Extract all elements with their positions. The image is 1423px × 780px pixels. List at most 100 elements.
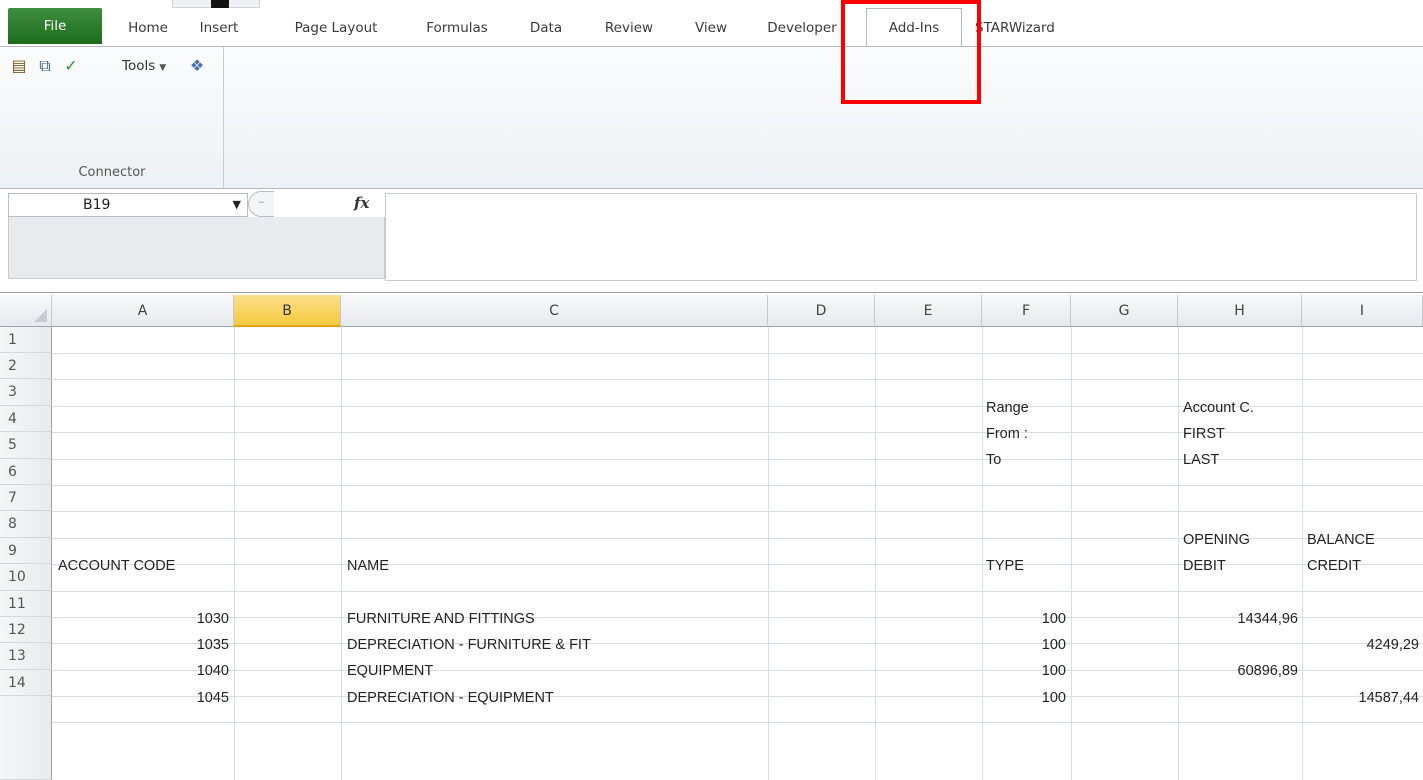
row-header-1[interactable]: 1 [0, 327, 52, 353]
row-header-9[interactable]: 9 [0, 538, 52, 564]
gridline [52, 696, 1423, 697]
quick-access-stub [172, 0, 260, 8]
tab-data[interactable]: Data [520, 8, 572, 47]
column-header-f[interactable]: F [982, 295, 1071, 327]
cell-h5[interactable]: LAST [1183, 452, 1219, 468]
chevron-down-icon[interactable]: ▼ [233, 198, 241, 211]
cell-a9[interactable]: ACCOUNT CODE [58, 558, 175, 574]
connector-group: ▤ ⧉ ✓ Tools ▼ ❖ Connector [0, 47, 224, 188]
cell-a14[interactable]: 1045 [58, 690, 229, 706]
cell-c14[interactable]: DEPRECIATION - EQUIPMENT [347, 690, 554, 706]
column-header-g[interactable]: G [1071, 295, 1178, 327]
column-header-d[interactable]: D [768, 295, 875, 327]
gridline [341, 327, 342, 780]
tools-dropdown[interactable]: Tools ▼ [122, 57, 166, 77]
row-header-3[interactable]: 3 [0, 379, 52, 406]
column-header-b[interactable]: B [234, 295, 341, 327]
select-all-corner[interactable] [0, 295, 52, 327]
row-header-filler [0, 696, 52, 780]
tab-insert[interactable]: Insert [187, 8, 251, 47]
formula-area: B19 ▼ − fx [0, 189, 1423, 293]
cell-c9[interactable]: NAME [347, 558, 389, 574]
cell-f14[interactable]: 100 [986, 690, 1066, 706]
gridline [1071, 327, 1072, 780]
tab-view[interactable]: View [683, 8, 739, 47]
cell-h4[interactable]: FIRST [1183, 426, 1225, 442]
column-header-i[interactable]: I [1302, 295, 1423, 327]
name-box-value: B19 [83, 197, 111, 213]
gridline [52, 353, 1423, 354]
gridline [234, 327, 235, 780]
cell-f12[interactable]: 100 [986, 637, 1066, 653]
gridline [982, 327, 983, 780]
row-header-6[interactable]: 6 [0, 459, 52, 485]
cell-i9[interactable]: CREDIT [1307, 558, 1361, 574]
gridline [52, 485, 1423, 486]
cell-f13[interactable]: 100 [986, 663, 1066, 679]
row-header-5[interactable]: 5 [0, 432, 52, 459]
cell-h11[interactable]: 14344,96 [1183, 611, 1298, 627]
row-header-12[interactable]: 12 [0, 617, 52, 643]
gridline [52, 591, 1423, 592]
check-icon[interactable]: ✓ [62, 57, 80, 75]
cell-c12[interactable]: DEPRECIATION - FURNITURE & FIT [347, 637, 591, 653]
tools-label: Tools [122, 58, 156, 74]
row-header-14[interactable]: 14 [0, 670, 52, 696]
row-header-13[interactable]: 13 [0, 643, 52, 670]
worksheet-grid[interactable]: A B C D E F G H I 1 2 3 4 5 6 7 8 9 10 1… [0, 295, 1423, 780]
cell-h8[interactable]: OPENING [1183, 532, 1250, 548]
cell-h3[interactable]: Account C. [1183, 400, 1254, 416]
row-header-8[interactable]: 8 [0, 511, 52, 538]
cell-c13[interactable]: EQUIPMENT [347, 663, 433, 679]
gridline [768, 327, 769, 780]
column-header-h[interactable]: H [1178, 295, 1302, 327]
tab-starwizard[interactable]: STARWizard [975, 8, 1085, 47]
column-header-c[interactable]: C [341, 295, 768, 327]
tab-review[interactable]: Review [594, 8, 664, 47]
formula-toggle-icon[interactable]: − [248, 191, 274, 217]
row-header-7[interactable]: 7 [0, 485, 52, 511]
gridline [52, 379, 1423, 380]
name-box[interactable]: B19 ▼ [8, 193, 248, 217]
cell-h13[interactable]: 60896,89 [1183, 663, 1298, 679]
chevron-down-icon: ▼ [159, 63, 167, 73]
gridline [52, 643, 1423, 644]
ribbon-tabs: File Home Insert Page Layout Formulas Da… [0, 0, 1423, 48]
tab-file[interactable]: File [8, 8, 102, 44]
gridline [875, 327, 876, 780]
row-header-2[interactable]: 2 [0, 353, 52, 379]
formula-left-panel [8, 217, 385, 279]
cell-i8[interactable]: BALANCE [1307, 532, 1375, 548]
fx-icon[interactable]: fx [354, 194, 369, 212]
cell-f5[interactable]: To [986, 452, 1001, 468]
cell-c11[interactable]: FURNITURE AND FITTINGS [347, 611, 535, 627]
cell-a12[interactable]: 1035 [58, 637, 229, 653]
row-header-11[interactable]: 11 [0, 591, 52, 617]
tab-home[interactable]: Home [116, 8, 180, 47]
row-header-10[interactable]: 10 [0, 564, 52, 591]
tab-formulas[interactable]: Formulas [413, 8, 501, 47]
cell-i14[interactable]: 14587,44 [1307, 690, 1419, 706]
column-header-e[interactable]: E [875, 295, 982, 327]
row-header-4[interactable]: 4 [0, 406, 52, 432]
cell-a13[interactable]: 1040 [58, 663, 229, 679]
gridline [52, 511, 1423, 512]
ribbon-body: ▤ ⧉ ✓ Tools ▼ ❖ Connector [0, 46, 1423, 189]
tab-page-layout[interactable]: Page Layout [280, 8, 392, 47]
column-header-a[interactable]: A [52, 295, 234, 327]
cell-a11[interactable]: 1030 [58, 611, 229, 627]
tab-developer[interactable]: Developer [757, 8, 847, 47]
cell-h9[interactable]: DEBIT [1183, 558, 1226, 574]
formula-input[interactable] [386, 193, 1417, 281]
cell-f3[interactable]: Range [986, 400, 1029, 416]
highlight-box [841, 0, 981, 104]
connector-table-icon[interactable]: ▤ [10, 57, 28, 75]
gridline [1302, 327, 1303, 780]
connector-copy-icon[interactable]: ⧉ [36, 57, 54, 75]
cell-f4[interactable]: From : [986, 426, 1028, 442]
cell-i12[interactable]: 4249,29 [1307, 637, 1419, 653]
cell-f11[interactable]: 100 [986, 611, 1066, 627]
help-icon[interactable]: ❖ [188, 57, 206, 75]
cell-f9[interactable]: TYPE [986, 558, 1024, 574]
group-label-connector: Connector [78, 165, 146, 180]
